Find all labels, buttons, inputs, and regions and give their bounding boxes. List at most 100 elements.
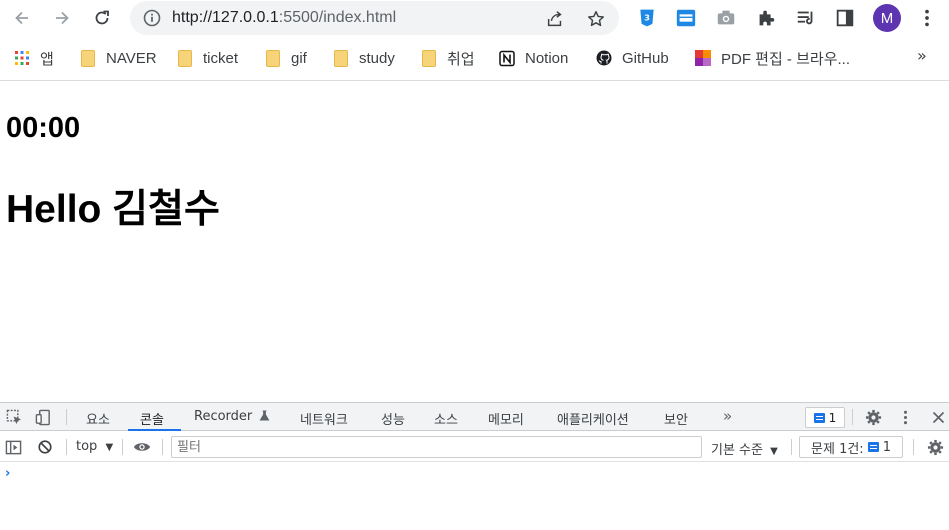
url-text[interactable]: http://127.0.0.1:5500/index.html [172, 9, 396, 27]
folder-icon [421, 49, 437, 67]
svg-text:3: 3 [644, 13, 650, 23]
log-levels-label: 기본 수준 [711, 443, 763, 458]
separator [66, 409, 67, 425]
tab-security[interactable]: 보안 [664, 409, 688, 428]
live-expression-eye-icon[interactable] [133, 438, 151, 456]
device-toolbar-icon[interactable] [34, 408, 52, 426]
tab-recorder[interactable]: Recorder [194, 409, 270, 424]
dropdown-arrow-icon: ▼ [105, 442, 114, 453]
bookmark-label: gif [291, 49, 307, 67]
issues-label: 문제 1건: [811, 441, 864, 457]
bookmark-label: PDF 편집 - 브라우... [721, 50, 851, 68]
tab-recorder-label: Recorder [194, 409, 253, 424]
notion-icon [499, 50, 515, 66]
bookmarks-bar: 앱 NAVER ticket gif study 취업 Notion GitHu… [0, 40, 949, 76]
bookmark-jobs[interactable]: 취업 [421, 46, 475, 70]
media-control-icon[interactable] [794, 6, 818, 30]
close-devtools-icon[interactable] [929, 408, 947, 426]
address-bar[interactable]: http://127.0.0.1:5500/index.html [130, 1, 619, 35]
show-sidebar-icon[interactable] [4, 438, 22, 456]
settings-gear-icon[interactable] [864, 408, 882, 426]
console-filter-input[interactable] [171, 436, 702, 458]
extensions-puzzle-icon[interactable] [754, 6, 778, 30]
folder-icon [80, 49, 96, 67]
tab-console[interactable]: 콘솔 [140, 409, 164, 428]
dropdown-arrow-icon: ▼ [770, 446, 778, 457]
console-prompt[interactable]: › [5, 466, 10, 481]
folder-icon [177, 49, 193, 67]
bookmark-label: 취업 [447, 50, 475, 68]
devtools-tab-bar: 요소 콘솔 Recorder 네트워크 성능 소스 메모리 애플리케이션 보안 … [0, 403, 949, 431]
camera-extension-icon[interactable] [714, 6, 738, 30]
active-tab-indicator [128, 429, 181, 431]
separator [852, 409, 853, 425]
url-path: :5500/index.html [278, 9, 397, 26]
profile-avatar[interactable]: M [873, 4, 901, 32]
window-extension-icon[interactable] [674, 6, 698, 30]
tab-performance[interactable]: 성능 [381, 409, 405, 428]
context-label: top [76, 439, 98, 454]
tab-memory[interactable]: 메모리 [488, 409, 524, 428]
bookmark-pdf-edit[interactable]: PDF 편집 - 브라우... [695, 46, 850, 70]
back-arrow-icon [15, 11, 28, 25]
reload-icon [95, 10, 109, 25]
context-selector[interactable]: top ▼ [76, 439, 113, 454]
devtools-menu-icon[interactable] [896, 408, 914, 426]
forward-arrow-icon [56, 11, 69, 25]
bookmarks-overflow-button[interactable]: » [917, 46, 927, 65]
separator [122, 439, 123, 455]
folder-icon [265, 49, 281, 67]
bookmark-label: Notion [525, 49, 569, 67]
bookmark-apps[interactable]: 앱 [14, 46, 54, 70]
bookmark-naver[interactable]: NAVER [80, 46, 157, 70]
bookmark-label: study [359, 49, 395, 67]
site-info-icon[interactable] [142, 8, 162, 28]
console-settings-gear-icon[interactable] [926, 438, 944, 456]
log-levels-dropdown[interactable]: 기본 수준 ▼ [711, 439, 778, 458]
toolbar-divider [0, 80, 949, 81]
bookmark-ticket[interactable]: ticket [177, 46, 238, 70]
forward-button[interactable] [48, 4, 76, 32]
pdf-app-icon [695, 50, 711, 66]
bookmark-notion[interactable]: Notion [499, 46, 568, 70]
greeting-heading: Hello 김철수 [6, 188, 220, 231]
share-icon[interactable] [544, 8, 566, 30]
separator [162, 439, 163, 455]
more-tabs-button[interactable]: » [723, 407, 732, 425]
bookmark-gif[interactable]: gif [265, 46, 307, 70]
reload-button[interactable] [88, 4, 116, 32]
bookmark-star-icon[interactable] [585, 8, 607, 30]
bookmark-label: GitHub [622, 49, 669, 67]
bookmark-github[interactable]: GitHub [596, 46, 669, 70]
tab-elements[interactable]: 요소 [86, 409, 110, 428]
tab-application[interactable]: 애플리케이션 [557, 409, 629, 428]
timer-text: 00:00 [6, 112, 81, 144]
inspect-element-icon[interactable] [5, 408, 23, 426]
css-extension-icon[interactable]: 3 [635, 6, 659, 30]
message-icon [867, 442, 879, 452]
issues-button[interactable]: 문제 1건: 1 [799, 436, 903, 458]
github-icon [596, 50, 612, 66]
browser-toolbar: http://127.0.0.1:5500/index.html 3 M [0, 0, 949, 36]
tab-network[interactable]: 네트워크 [300, 409, 348, 428]
back-button[interactable] [8, 4, 36, 32]
bookmark-study[interactable]: study [333, 46, 395, 70]
message-icon [813, 412, 825, 423]
bookmark-label: ticket [203, 49, 239, 67]
chrome-menu-icon[interactable] [915, 6, 939, 30]
issues-counter-value: 1 [828, 410, 837, 425]
separator [791, 439, 792, 455]
folder-icon [333, 49, 349, 67]
experiment-flask-icon [259, 410, 270, 421]
separator [913, 439, 914, 455]
separator [66, 439, 67, 455]
console-toolbar: top ▼ 기본 수준 ▼ 문제 1건: 1 [0, 432, 949, 462]
apps-grid-icon [14, 50, 30, 66]
issues-count: 1 [882, 439, 891, 455]
bookmark-label: 앱 [40, 50, 54, 68]
side-panel-icon[interactable] [833, 6, 857, 30]
clear-console-icon[interactable] [36, 438, 54, 456]
bookmark-label: NAVER [106, 49, 157, 67]
tab-sources[interactable]: 소스 [434, 409, 458, 428]
issues-counter-badge[interactable]: 1 [805, 407, 845, 428]
